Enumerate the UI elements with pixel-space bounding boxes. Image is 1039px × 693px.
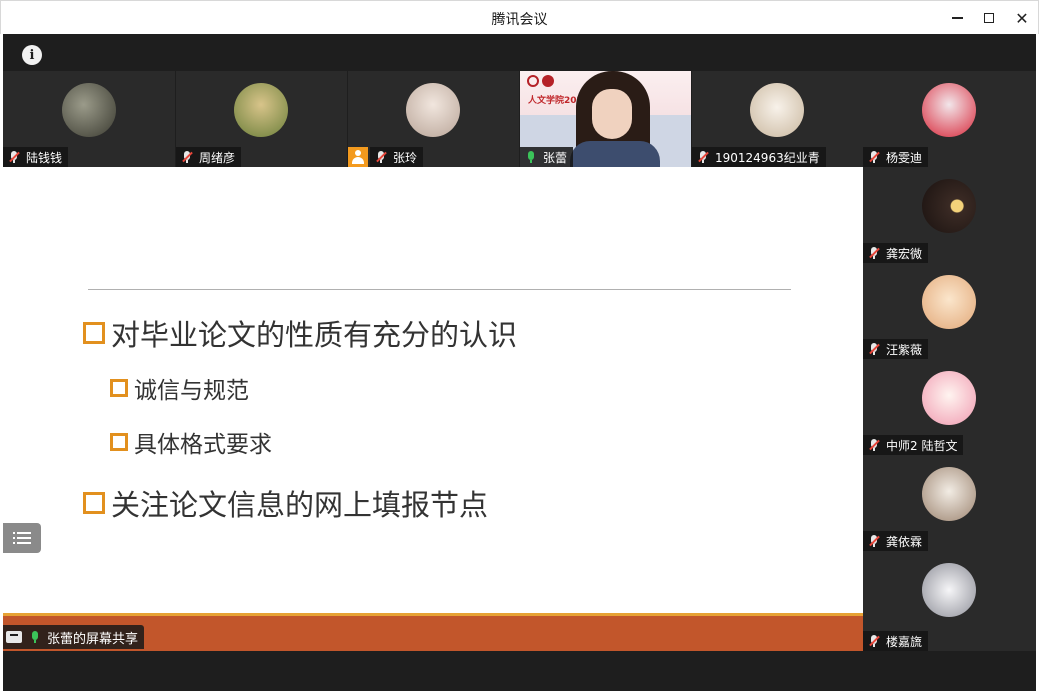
avatar [406,83,460,137]
participant-tile[interactable]: 中师2 陆哲文 [863,359,1036,455]
slide-sub-bullet: 诚信与规范 [110,371,249,405]
mic-muted-icon [7,150,21,164]
participant-name-tag: 中师2 陆哲文 [863,435,964,455]
maximize-icon [984,13,994,23]
participant-name-tag: 190124963纪业青 [692,147,826,167]
member-list-button[interactable] [3,523,41,553]
participant-name-tag: 汪紫薇 [863,339,929,359]
shared-slide: 对毕业论文的性质有充分的认识 诚信与规范 具体格式要求 关注论文信息的网上填报节… [3,167,863,651]
participant-tile[interactable]: 周绪彦 [176,71,347,167]
avatar [922,467,976,521]
avatar [922,83,976,137]
participant-tile[interactable]: 龚宏微 [863,167,1036,263]
participant-tile[interactable]: 楼嘉旒 [863,551,1036,651]
slide-bullet-text: 对毕业论文的性质有充分的认识 [111,318,518,352]
close-icon: ✕ [1015,8,1029,28]
mic-active-icon [524,150,538,164]
school-logo-icon [527,75,539,87]
maximize-button[interactable] [978,7,1000,29]
title-bar: 腾讯会议 ✕ [0,0,1039,34]
mic-muted-icon [867,342,881,356]
avatar [922,563,976,617]
avatar [750,83,804,137]
slide-bullet-text: 关注论文信息的网上填报节点 [111,488,489,522]
square-bullet-icon [110,433,128,451]
participant-name: 周绪彦 [199,150,236,165]
slide-bullet: 对毕业论文的性质有充分的认识 [83,312,517,354]
person-icon [348,147,368,167]
participant-name-tag: 龚宏微 [863,243,929,263]
avatar [234,83,288,137]
participant-tile[interactable]: 张玲 [348,71,519,167]
active-speaker-video[interactable]: 人文学院2023届本科毕业生 年级 张蕾 [520,71,691,167]
participant-name: 龚宏微 [886,246,923,261]
slide-bullet-text: 具体格式要求 [134,432,272,458]
participant-tile[interactable]: 龚依霖 [863,455,1036,551]
slide-bullet-text: 诚信与规范 [134,378,249,404]
participant-tile[interactable]: 杨雯迪 [863,71,1036,167]
avatar [62,83,116,137]
participant-name: 陆钱钱 [26,150,63,165]
participant-name-tag: 周绪彦 [176,147,242,167]
slide-sub-bullet: 具体格式要求 [110,425,272,459]
info-icon[interactable]: i [22,45,42,65]
participant-name-tag: 张蕾 [520,147,574,167]
speaker-face [592,89,632,139]
screen-share-label: 张蕾的屏幕共享 [47,631,139,647]
participant-name: 杨雯迪 [886,150,923,165]
square-bullet-icon [110,379,128,397]
school-emblem-icon [542,75,554,87]
screen-share-icon [6,631,22,643]
window-title: 腾讯会议 [491,12,548,28]
participant-name: 张蕾 [543,150,568,165]
mic-muted-icon [867,534,881,548]
mic-muted-icon [867,634,881,648]
participant-tile[interactable]: 陆钱钱 [3,71,175,167]
participant-name-tag: 张玲 [370,147,424,167]
mic-muted-icon [374,150,388,164]
square-bullet-icon [83,322,105,344]
right-participant-column: 龚宏微 汪紫薇 中师2 陆哲文 龚依霖 楼嘉旒 [863,167,1036,651]
participant-name-tag: 陆钱钱 [3,147,69,167]
slide-divider [88,289,791,290]
list-icon [13,531,31,545]
minimize-button[interactable] [946,7,968,29]
participant-name: 190124963纪业青 [715,150,820,165]
participant-name: 中师2 陆哲文 [886,438,958,453]
participant-name: 龚依霖 [886,534,923,549]
avatar [922,179,976,233]
slide-bullet: 关注论文信息的网上填报节点 [83,482,488,524]
participant-name: 汪紫薇 [886,342,923,357]
participant-name-tag: 龚依霖 [863,531,929,551]
mic-muted-icon [180,150,194,164]
meeting-window: i 陆钱钱 周绪彦 张玲 张蕾 190124963纪业青 杨雯迪 对毕业论文的性… [3,34,1036,691]
top-participant-strip: 陆钱钱 周绪彦 张玲 人文学院2023届本科毕业生 年级 [3,71,1036,167]
speaker-shirt [570,141,660,167]
mic-muted-icon [867,246,881,260]
mic-muted-icon [867,438,881,452]
mic-muted-icon [867,150,881,164]
close-button[interactable]: ✕ [1011,7,1033,29]
minimize-icon [951,17,963,19]
participant-name-tag: 杨雯迪 [863,147,929,167]
participant-tile[interactable]: 190124963纪业青 [692,71,863,167]
mic-muted-icon [696,150,710,164]
participant-name: 张玲 [393,150,418,165]
avatar [922,275,976,329]
participant-tile[interactable]: 汪紫薇 [863,263,1036,359]
square-bullet-icon [83,492,105,514]
avatar [922,371,976,425]
screen-share-indicator: 张蕾的屏幕共享 [3,625,145,649]
participant-name-tag: 楼嘉旒 [863,631,929,651]
participant-name: 楼嘉旒 [886,634,923,649]
mic-active-icon [28,630,42,644]
